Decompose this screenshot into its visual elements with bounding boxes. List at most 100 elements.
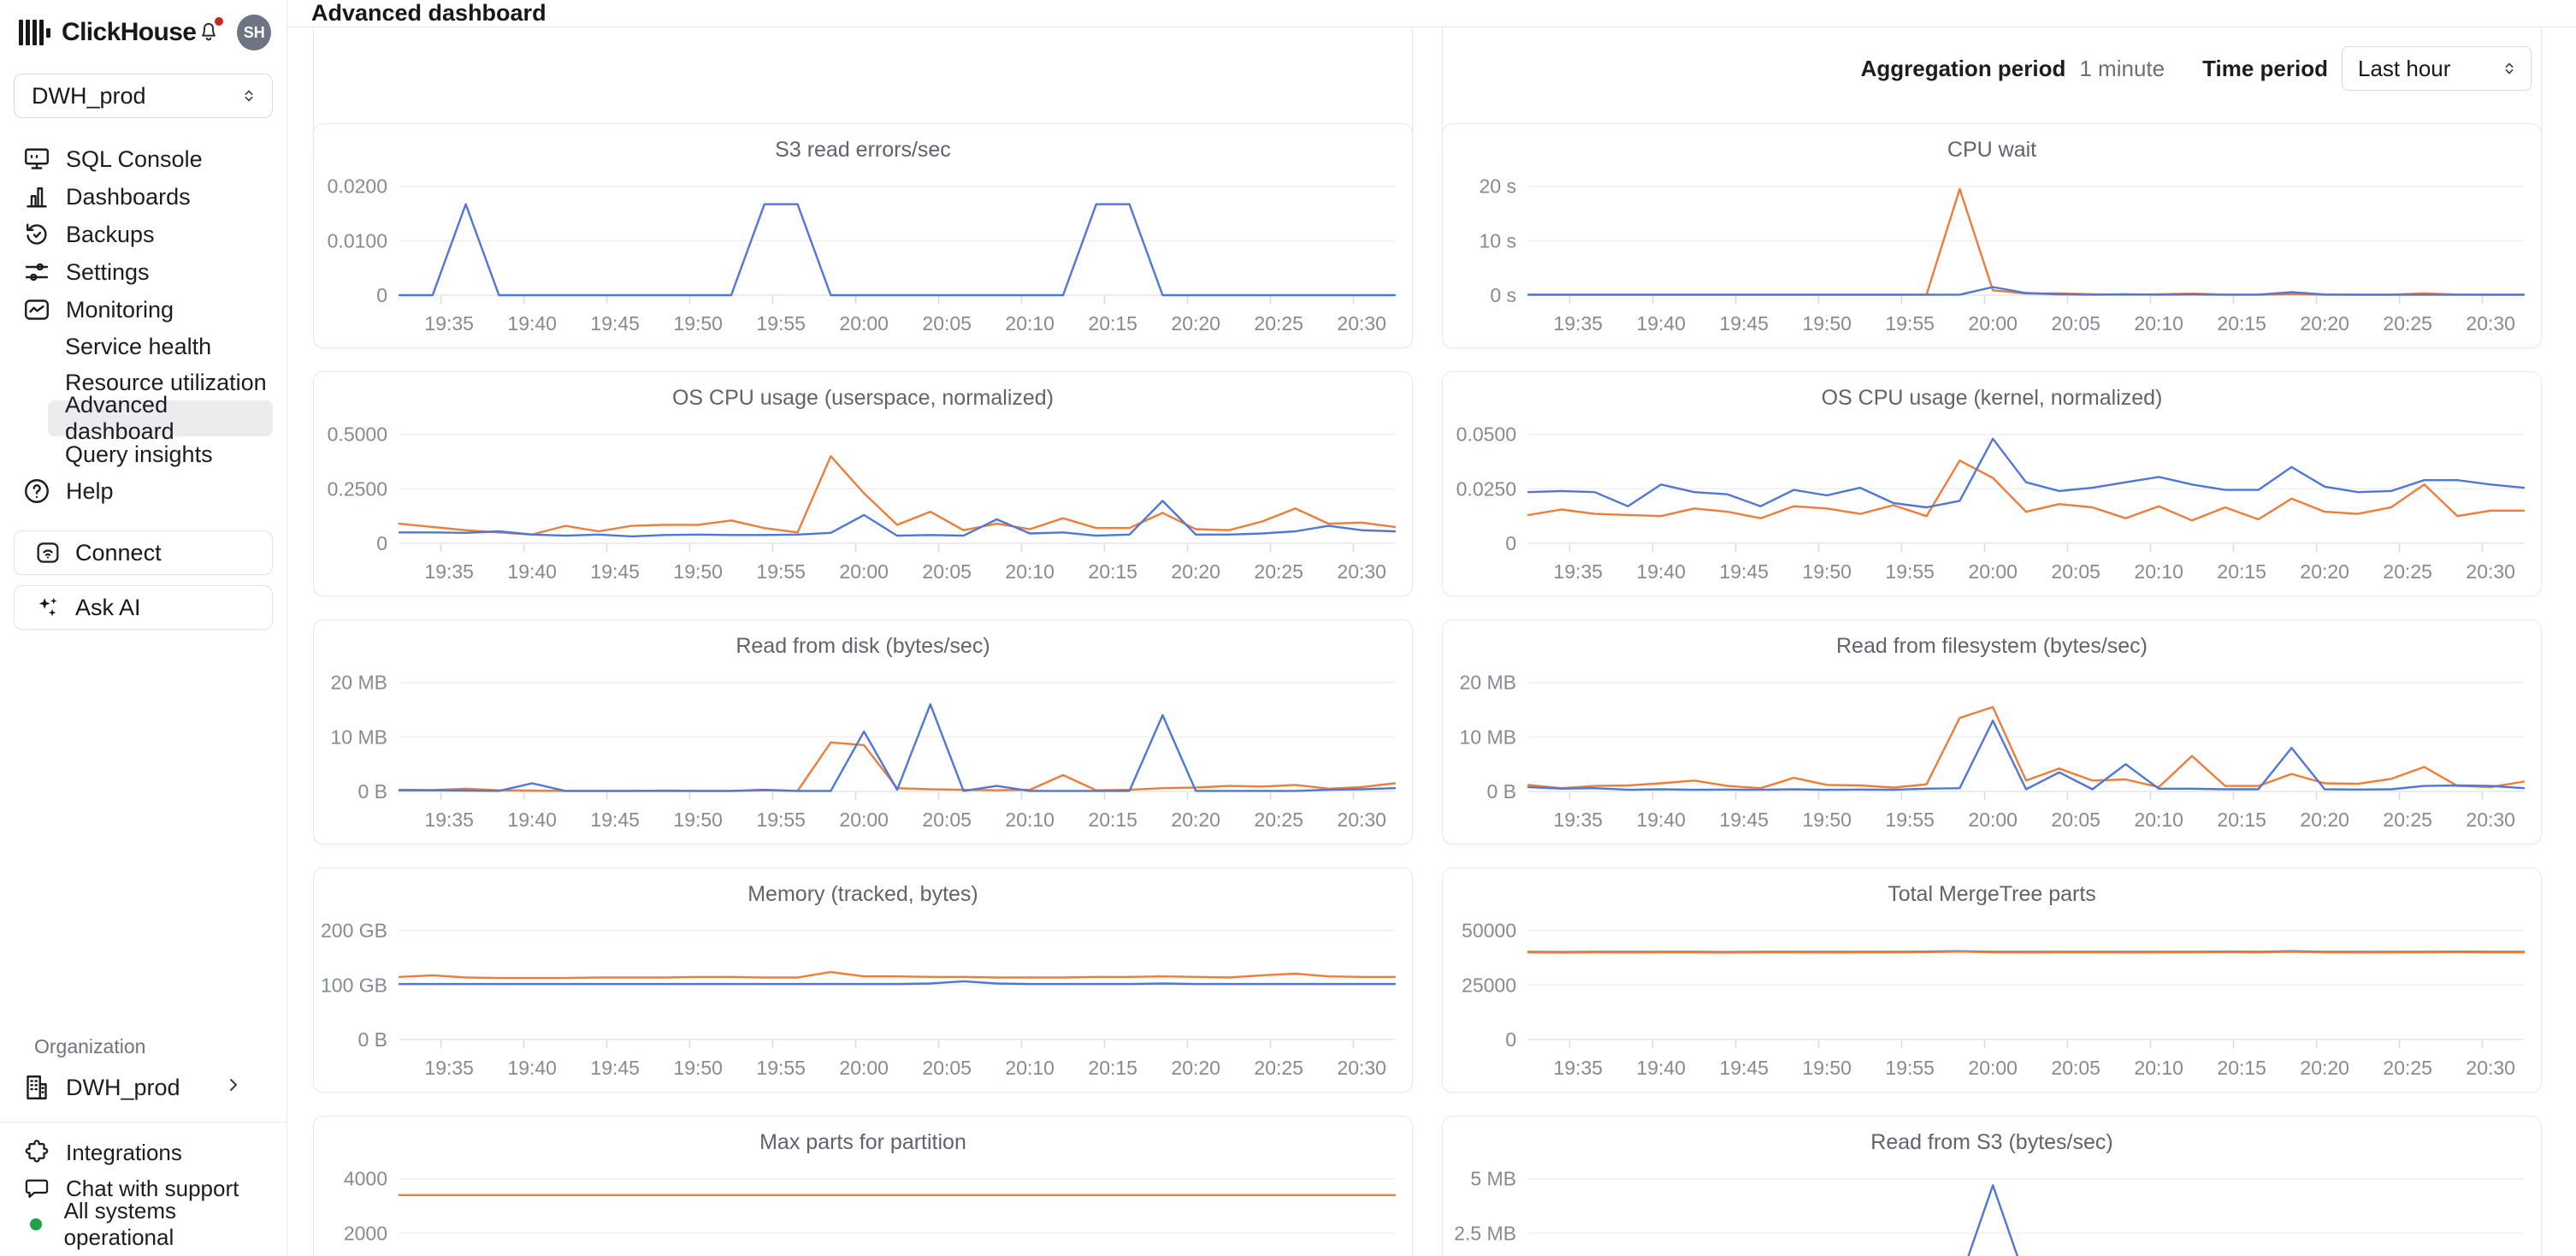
svg-text:19:45: 19:45 [590, 1057, 640, 1079]
sidebar-item-advanced-dashboard[interactable]: Advanced dashboard [48, 400, 273, 436]
chart-title: OS CPU usage (userspace, normalized) [314, 372, 1412, 413]
chart-card-os-cpu-userspace: OS CPU usage (userspace, normalized) 0 0.2… [313, 371, 1413, 596]
chart-plot-memory-tracked[interactable]: 0 B100 GB200 GB19:3519:4019:4519:5019:55… [314, 909, 1412, 1085]
svg-text:19:45: 19:45 [590, 560, 640, 583]
chart-series [399, 704, 1395, 791]
svg-text:20:05: 20:05 [2051, 312, 2100, 335]
sidebar-item-help[interactable]: Help [9, 472, 278, 510]
dashboards-icon [21, 181, 53, 213]
svg-text:20:30: 20:30 [1337, 1057, 1386, 1079]
svg-text:19:35: 19:35 [424, 560, 474, 583]
ask-ai-button[interactable]: Ask AI [14, 585, 273, 630]
chart-plot-os-cpu-kernel[interactable]: 00.02500.050019:3519:4019:4519:5019:5520… [1443, 413, 2541, 589]
time-period-select[interactable]: Last hour [2342, 46, 2532, 91]
connect-button[interactable]: Connect [14, 530, 273, 575]
svg-text:20:00: 20:00 [839, 312, 889, 335]
chart-title: Memory (tracked, bytes) [314, 868, 1412, 909]
svg-text:19:50: 19:50 [673, 809, 723, 831]
svg-text:20:10: 20:10 [2134, 809, 2183, 831]
svg-text:20:25: 20:25 [1254, 560, 1303, 583]
sidebar-item-label: Dashboards [66, 184, 191, 210]
time-period-value: Last hour [2358, 56, 2450, 82]
chart-plot-s3-read-errors[interactable]: 00.01000.020019:3519:4019:4519:5019:5520… [314, 165, 1412, 341]
chart-title: Max parts for partition [314, 1117, 1412, 1158]
user-avatar[interactable]: SH [237, 15, 271, 50]
sparkles-icon [33, 593, 62, 622]
svg-text:19:50: 19:50 [1802, 1057, 1852, 1079]
svg-text:0 B: 0 B [357, 780, 387, 803]
svg-text:19:45: 19:45 [1719, 1057, 1769, 1079]
chart-series [399, 972, 1395, 978]
sidebar-item-integrations[interactable]: Integrations [9, 1135, 278, 1170]
svg-text:20:30: 20:30 [2466, 312, 2515, 335]
chart-plot-read-from-filesystem[interactable]: 0 B10 MB20 MB19:3519:4019:4519:5019:5520… [1443, 661, 2541, 837]
svg-text:20 MB: 20 MB [331, 672, 387, 694]
sidebar-item-label: Query insights [65, 441, 213, 468]
notification-badge [213, 15, 225, 27]
sidebar-item-sql-console[interactable]: SQL Console [9, 140, 278, 178]
chart-plot-read-from-s3[interactable]: 0 B2.5 MB5 MB19:3519:4019:4519:5019:5520… [1443, 1158, 2541, 1256]
svg-text:20:30: 20:30 [1337, 312, 1386, 335]
chart-title: S3 read errors/sec [314, 124, 1412, 165]
page-header: Advanced dashboard [287, 0, 2576, 27]
chart-plot-max-parts-for-partition[interactable]: 02000400019:3519:4019:4519:5019:5520:002… [314, 1158, 1412, 1256]
sidebar-item-backups[interactable]: Backups [9, 216, 278, 253]
chart-plot-cpu-wait[interactable]: 0 s10 s20 s19:3519:4019:4519:5019:5520:0… [1443, 165, 2541, 341]
chart-series [1528, 707, 2524, 788]
svg-text:20:05: 20:05 [922, 809, 972, 831]
svg-text:5 MB: 5 MB [1470, 1168, 1516, 1190]
svg-text:0: 0 [376, 532, 387, 554]
aggregation-period-value: 1 minute [2079, 56, 2165, 82]
sidebar-item-label: Advanced dashboard [65, 392, 273, 445]
chart-plot-os-cpu-userspace[interactable]: 00.25000.500019:3519:4019:4519:5019:5520… [314, 413, 1412, 589]
chart-title: Read from filesystem (bytes/sec) [1443, 620, 2541, 661]
svg-text:19:50: 19:50 [1802, 560, 1852, 583]
svg-text:20:20: 20:20 [1171, 809, 1220, 831]
svg-text:20:10: 20:10 [1005, 1057, 1055, 1079]
chart-plot-read-from-disk[interactable]: 0 B10 MB20 MB19:3519:4019:4519:5019:5520… [314, 661, 1412, 837]
clickhouse-logo-icon [19, 20, 50, 45]
svg-text:19:40: 19:40 [507, 560, 557, 583]
sidebar-item-dashboards[interactable]: Dashboards [9, 178, 278, 216]
svg-text:20:20: 20:20 [2300, 560, 2349, 583]
svg-text:20:05: 20:05 [2051, 560, 2100, 583]
svg-text:0: 0 [1505, 532, 1516, 554]
monitoring-icon [21, 293, 53, 326]
svg-text:20:00: 20:00 [1968, 560, 2018, 583]
svg-text:20:10: 20:10 [2134, 560, 2183, 583]
chart-card-read-from-s3: Read from S3 (bytes/sec)0 B2.5 MB5 MB19:… [1442, 1116, 2542, 1256]
svg-text:19:55: 19:55 [756, 560, 806, 583]
svg-text:20:05: 20:05 [2051, 1057, 2100, 1079]
svg-text:0.2500: 0.2500 [328, 477, 387, 500]
chart-plot-total-mergetree-parts[interactable]: 0250005000019:3519:4019:4519:5019:5520:0… [1443, 909, 2541, 1085]
organization-section-label: Organization [34, 1035, 287, 1058]
chart-title: Total MergeTree parts [1443, 868, 2541, 909]
dashboard-toolbar: Aggregation period 1 minute Time period … [1861, 46, 2532, 91]
svg-text:20:25: 20:25 [1254, 1057, 1303, 1079]
service-selector[interactable]: DWH_prod [14, 74, 273, 118]
aggregation-period-label: Aggregation period [1861, 56, 2066, 82]
svg-text:19:40: 19:40 [507, 809, 557, 831]
system-status[interactable]: All systems operational [9, 1206, 278, 1242]
notifications-bell-icon[interactable] [196, 18, 223, 47]
chart-card-memory-tracked: Memory (tracked, bytes)0 B100 GB200 GB19… [313, 868, 1413, 1093]
sidebar-item-settings[interactable]: Settings [9, 253, 278, 291]
svg-text:20:05: 20:05 [922, 312, 972, 335]
svg-text:20:15: 20:15 [2217, 560, 2266, 583]
svg-text:19:35: 19:35 [1553, 312, 1603, 335]
organization-switcher[interactable]: DWH_prod [9, 1069, 278, 1106]
chart-title: Read from S3 (bytes/sec) [1443, 1117, 2541, 1158]
svg-text:20:15: 20:15 [1088, 312, 1137, 335]
chart-card-max-parts-for-partition: Max parts for partition02000400019:3519:… [313, 1116, 1413, 1256]
svg-text:19:40: 19:40 [507, 312, 557, 335]
chart-series [399, 743, 1395, 791]
sidebar: ClickHouse SH DWH_prod SQL Console [0, 0, 287, 1256]
sidebar-nav: SQL Console Dashboards Backups Settings [0, 140, 287, 510]
svg-text:2.5 MB: 2.5 MB [1454, 1222, 1516, 1244]
sidebar-item-monitoring[interactable]: Monitoring [9, 291, 278, 329]
svg-text:19:55: 19:55 [1885, 312, 1935, 335]
svg-text:20:30: 20:30 [1337, 560, 1386, 583]
svg-text:20:05: 20:05 [922, 1057, 972, 1079]
sidebar-item-service-health[interactable]: Service health [48, 329, 273, 364]
svg-text:20:10: 20:10 [2134, 312, 2183, 335]
